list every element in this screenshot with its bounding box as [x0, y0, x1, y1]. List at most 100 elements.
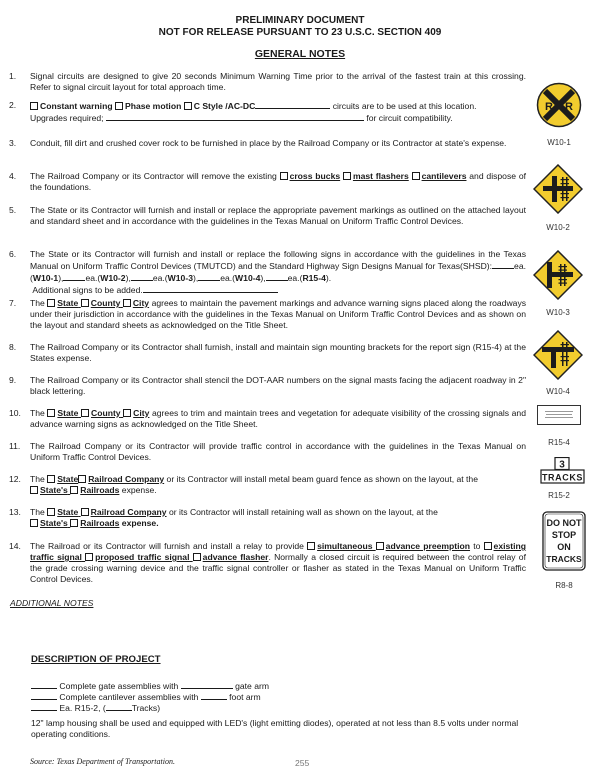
sign-label: W10-1 [547, 138, 571, 147]
note-number: 3. [9, 138, 17, 148]
option-label: simultaneous [317, 541, 373, 551]
note-text: for circuit compatibility. [366, 113, 453, 123]
option-label: State [57, 298, 79, 308]
checkbox-existing-traffic-signal[interactable] [483, 542, 492, 550]
note-number: 8. [9, 342, 17, 352]
checkbox-county[interactable] [80, 299, 89, 307]
option-label: State [57, 408, 79, 418]
blank-foot-arm[interactable] [200, 691, 227, 700]
section-title-general-notes: GENERAL NOTES [254, 48, 346, 60]
blank-gate-qty[interactable] [31, 680, 57, 689]
note-3: 3. Conduit, fill dirt and crushed cover … [9, 138, 526, 149]
checkbox-county[interactable] [80, 409, 89, 417]
note-7: 7. The State County City agrees to maint… [9, 298, 527, 330]
option-label: Constant warning [40, 101, 113, 111]
blank-qty-r15-4[interactable] [265, 272, 288, 281]
note-text: The Railroad Company or its Contractor s… [30, 375, 526, 396]
checkbox-phase-motion[interactable] [114, 102, 123, 110]
svg-text:R: R [545, 101, 553, 113]
checkbox-cantilevers[interactable] [411, 172, 420, 180]
sign-code: W10-3 [167, 273, 193, 283]
doc-header-line1: PRELIMINARY DOCUMENT [235, 15, 365, 26]
description-heading: DESCRIPTION OF PROJECT [31, 654, 161, 665]
option-label: Railroads [80, 518, 120, 528]
blank-qty-w10-4[interactable] [198, 272, 221, 281]
checkbox-simultaneous[interactable] [307, 542, 316, 550]
blank-additional-signs[interactable] [142, 284, 278, 293]
description-line-r15-2: Ea. R15-2, (Tracks) [31, 702, 160, 714]
option-label: State's [40, 485, 68, 495]
blank-r15-2-qty[interactable] [31, 702, 57, 711]
ea-label: ea. [514, 261, 526, 271]
option-label: Phase motion [124, 101, 182, 111]
report-sign-icon [537, 405, 581, 425]
option-label: Railroad Company [88, 474, 165, 484]
option-label: State's [40, 518, 68, 528]
checkbox-state[interactable] [47, 508, 56, 516]
note-number: 9. [9, 375, 17, 385]
checkbox-mast-flashers[interactable] [342, 172, 351, 180]
checkbox-constant-warning[interactable] [30, 102, 38, 110]
t-intersection-tracks-icon [532, 329, 584, 381]
blank-gate-arm[interactable] [180, 680, 233, 689]
r8-8-line: ON [557, 542, 571, 552]
checkbox-advance-preemption[interactable] [375, 542, 384, 550]
option-label: cantilevers [421, 171, 467, 181]
note-number: 10. [9, 408, 21, 418]
note-text: Additional signs to be added. [32, 285, 143, 295]
lamp-housing-paragraph: 12" lamp housing shall be used and equip… [31, 718, 519, 739]
doc-header-line2: NOT FOR RELEASE PURSUANT TO 23 U.S.C. SE… [158, 27, 442, 38]
sign-label: W10-4 [546, 387, 570, 396]
checkbox-railroad-company[interactable] [78, 475, 87, 483]
note-text: or its Contractor will install retaining… [168, 507, 438, 517]
tracks-word: TRACKS [542, 473, 583, 483]
page-number: 255 [295, 758, 310, 768]
sign-label: W10-2 [546, 223, 570, 232]
option-label: advance flasher [202, 552, 269, 562]
note-6: 6. The State or its Contractor will furn… [9, 249, 526, 295]
blank-tracks[interactable] [105, 702, 132, 711]
note-8: 8. The Railroad Company or its Contracto… [9, 342, 526, 364]
note-14: 14. The Railroad or its Contractor will … [9, 541, 527, 584]
note-text: The State or its Contractor will furnish… [30, 249, 526, 271]
note-number: 14. [9, 541, 21, 551]
crossroad-tracks-icon [532, 163, 584, 215]
blank-field-upgrades[interactable] [105, 112, 364, 121]
checkbox-states-expense[interactable] [30, 486, 38, 494]
option-label: City [132, 298, 150, 308]
checkbox-state[interactable] [47, 299, 56, 307]
checkbox-railroads-expense[interactable] [70, 519, 79, 527]
note-number: 12. [9, 474, 21, 484]
note-number: 6. [9, 249, 17, 259]
checkbox-c-style[interactable] [183, 102, 192, 110]
checkbox-city[interactable] [122, 299, 131, 307]
note-text: The Railroad Company or its Contractor w… [30, 441, 526, 462]
checkbox-proposed-traffic-signal[interactable] [85, 553, 94, 561]
checkbox-railroads-expense[interactable] [70, 486, 79, 494]
sign-r8-8-do-not-stop: DO NOT STOP ON TRACKS [542, 511, 586, 574]
r8-8-line: DO NOT [547, 518, 583, 528]
ea-label: ea. [220, 273, 233, 283]
blank-qty-w10-1[interactable] [492, 260, 515, 269]
blank-qty-w10-2[interactable] [63, 272, 86, 281]
blank-qty-w10-3[interactable] [130, 272, 153, 281]
sign-code: R15-4 [302, 273, 326, 283]
checkbox-states-expense[interactable] [30, 519, 38, 527]
checkbox-state[interactable] [47, 475, 56, 483]
note-text: circuits are to be used at this location… [332, 101, 477, 111]
blank-cantilever-qty[interactable] [31, 691, 57, 700]
checkbox-advance-flasher[interactable] [192, 553, 201, 561]
checkbox-state[interactable] [47, 409, 56, 417]
note-number: 1. [9, 71, 17, 81]
r8-8-line: STOP [552, 530, 576, 540]
sign-label: R15-4 [548, 438, 570, 447]
checkbox-cross-bucks[interactable] [279, 172, 288, 180]
sign-code: W10-2 [100, 273, 126, 283]
railroad-crossing-icon: R R [536, 82, 582, 128]
checkbox-railroad-company[interactable] [80, 508, 89, 516]
blank-field[interactable] [255, 100, 331, 109]
note-4: 4. The Railroad Company or its Contracto… [9, 171, 526, 193]
ea-label: ea. [287, 273, 300, 283]
do-not-stop-on-tracks-icon: DO NOT STOP ON TRACKS [542, 511, 586, 571]
checkbox-city[interactable] [123, 409, 132, 417]
